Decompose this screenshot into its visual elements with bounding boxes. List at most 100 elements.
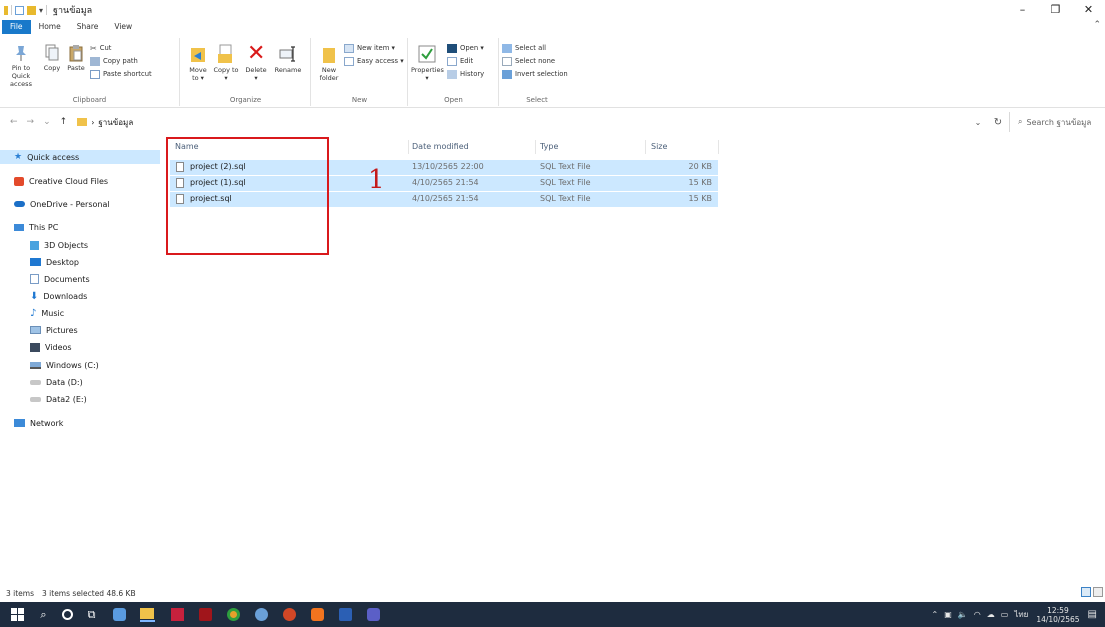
history-label: History xyxy=(460,70,485,78)
onedrive-tray-icon[interactable]: ☁ xyxy=(987,610,995,619)
battery-icon[interactable]: ▭ xyxy=(1001,610,1009,619)
column-header-size[interactable]: Size xyxy=(651,142,667,151)
select-all-icon xyxy=(502,43,512,53)
column-divider[interactable] xyxy=(408,140,409,154)
nav-item-network[interactable]: Network xyxy=(0,416,160,430)
select-none-button[interactable]: Select none xyxy=(502,55,555,67)
large-icons-view-icon[interactable] xyxy=(1093,587,1103,597)
qat-dropdown-icon[interactable]: ▾ xyxy=(39,6,43,15)
creative-cloud-icon xyxy=(14,176,24,186)
nav-item-videos[interactable]: Videos xyxy=(0,340,160,354)
move-to-button[interactable]: Move to ▾ xyxy=(185,44,211,82)
nav-item-onedrive[interactable]: OneDrive - Personal xyxy=(0,197,160,211)
pin-quick-access-button[interactable]: Pin to Quick access xyxy=(2,44,40,88)
nav-item-documents[interactable]: Documents xyxy=(0,272,160,286)
search-icon[interactable]: ⌕ xyxy=(36,607,51,622)
teams-icon[interactable] xyxy=(366,607,381,622)
select-all-button[interactable]: Select all xyxy=(502,42,546,54)
minimize-button[interactable]: – xyxy=(1006,0,1039,20)
easy-access-button[interactable]: Easy access ▾ xyxy=(344,55,404,67)
address-dropdown-icon[interactable]: ⌄ xyxy=(969,118,987,127)
open-button[interactable]: Open ▾ xyxy=(447,42,484,54)
drive-icon xyxy=(30,361,41,369)
tray-app-icon[interactable]: ▣ xyxy=(944,610,952,619)
recent-chevron-icon[interactable]: ⌄ xyxy=(43,117,51,127)
cut-button[interactable]: ✂ Cut xyxy=(90,42,111,54)
nav-item-pictures[interactable]: Pictures xyxy=(0,323,160,337)
nav-label: Music xyxy=(41,308,65,318)
search-placeholder: Search ฐานข้อมูล xyxy=(1026,117,1092,127)
nav-item-windows-c[interactable]: Windows (C:) xyxy=(0,358,160,372)
nav-item-3d-objects[interactable]: 3D Objects xyxy=(0,238,160,252)
column-divider[interactable] xyxy=(535,140,536,154)
rename-button[interactable]: Rename xyxy=(273,44,303,74)
column-header-type[interactable]: Type xyxy=(540,142,558,151)
invert-selection-button[interactable]: Invert selection xyxy=(502,68,568,80)
forward-arrow-icon[interactable]: → xyxy=(27,117,35,127)
nav-item-data2-e[interactable]: Data2 (E:) xyxy=(0,392,160,406)
nav-item-music[interactable]: ♪ Music xyxy=(0,306,160,320)
language-indicator[interactable]: ไทย xyxy=(1014,608,1028,621)
invert-selection-icon xyxy=(502,69,512,79)
tab-view[interactable]: View xyxy=(106,20,140,34)
clock[interactable]: 12:59 14/10/2565 xyxy=(1036,606,1079,624)
copy-to-button[interactable]: Copy to ▾ xyxy=(213,44,239,82)
paste-shortcut-button[interactable]: Paste shortcut xyxy=(90,68,152,80)
nav-item-data-d[interactable]: Data (D:) xyxy=(0,375,160,389)
app-icon-blue[interactable] xyxy=(254,607,269,622)
up-arrow-icon[interactable]: ↑ xyxy=(60,117,68,127)
new-item-button[interactable]: New item ▾ xyxy=(344,42,395,54)
edit-button[interactable]: Edit xyxy=(447,55,473,67)
app-icon-orange[interactable] xyxy=(310,607,325,622)
windows-start-icon[interactable] xyxy=(10,607,25,622)
file-type: SQL Text File xyxy=(540,194,591,203)
tab-share[interactable]: Share xyxy=(69,20,107,34)
details-view-icon[interactable] xyxy=(1081,587,1091,597)
organize-group: Move to ▾ Copy to ▾ ✕ Delete ▾ Rename Or… xyxy=(181,38,311,106)
tray-chevron-icon[interactable]: ⌃ xyxy=(932,610,939,619)
delete-button[interactable]: ✕ Delete ▾ xyxy=(243,43,269,83)
nav-label: This PC xyxy=(29,222,59,232)
nav-item-creative-cloud[interactable]: Creative Cloud Files xyxy=(0,174,160,188)
app-icon-red[interactable] xyxy=(170,607,185,622)
new-folder-button[interactable]: New folder xyxy=(316,44,342,82)
notification-icon[interactable]: ▤ xyxy=(1088,609,1097,620)
close-button[interactable]: ✕ xyxy=(1072,0,1105,20)
nav-item-downloads[interactable]: ⬇ Downloads xyxy=(0,289,160,303)
column-header-date[interactable]: Date modified xyxy=(412,142,469,151)
nav-item-this-pc[interactable]: This PC xyxy=(0,220,160,234)
new-folder-qat-icon[interactable] xyxy=(27,5,36,15)
volume-icon[interactable]: 🔈 xyxy=(958,610,968,619)
app-icon-dark-red[interactable] xyxy=(198,607,213,622)
pictures-icon xyxy=(30,326,41,334)
quick-access-toolbar: ▾ xyxy=(0,0,48,20)
chrome-icon[interactable] xyxy=(226,607,241,622)
tab-file[interactable]: File xyxy=(2,20,31,34)
collapse-ribbon-icon[interactable]: ⌃ xyxy=(1093,20,1101,30)
wifi-icon[interactable]: ◠ xyxy=(974,610,981,619)
refresh-icon[interactable]: ↻ xyxy=(987,117,1009,128)
nav-item-quick-access[interactable]: ★ Quick access xyxy=(0,150,160,164)
search-box[interactable]: ⌕ Search ฐานข้อมูล xyxy=(1009,112,1105,132)
ribbon-tabs: File Home Share View ⌃ xyxy=(0,20,1105,34)
breadcrumb[interactable]: › ฐานข้อมูล xyxy=(77,116,133,129)
nav-item-desktop[interactable]: Desktop xyxy=(0,255,160,269)
powerpoint-icon[interactable] xyxy=(282,607,297,622)
copy-button[interactable]: Copy xyxy=(40,44,64,72)
properties-qat-icon[interactable] xyxy=(15,5,24,15)
breadcrumb-folder[interactable]: ฐานข้อมูล xyxy=(98,116,133,129)
tab-home[interactable]: Home xyxy=(31,20,69,34)
copy-path-button[interactable]: Copy path xyxy=(90,55,138,67)
maximize-button[interactable]: ❐ xyxy=(1039,0,1072,20)
word-icon[interactable] xyxy=(338,607,353,622)
paste-button[interactable]: Paste xyxy=(64,44,88,72)
task-view-icon[interactable]: ⧉ xyxy=(84,607,99,622)
file-explorer-taskbar-icon[interactable] xyxy=(140,607,155,622)
app-icon-1[interactable] xyxy=(112,607,127,622)
cortana-icon[interactable] xyxy=(60,607,75,622)
column-divider[interactable] xyxy=(645,140,646,154)
history-button[interactable]: History xyxy=(447,68,484,80)
properties-button[interactable]: Properties ▾ xyxy=(411,44,444,82)
column-divider[interactable] xyxy=(718,140,719,154)
back-arrow-icon[interactable]: ← xyxy=(10,117,18,127)
